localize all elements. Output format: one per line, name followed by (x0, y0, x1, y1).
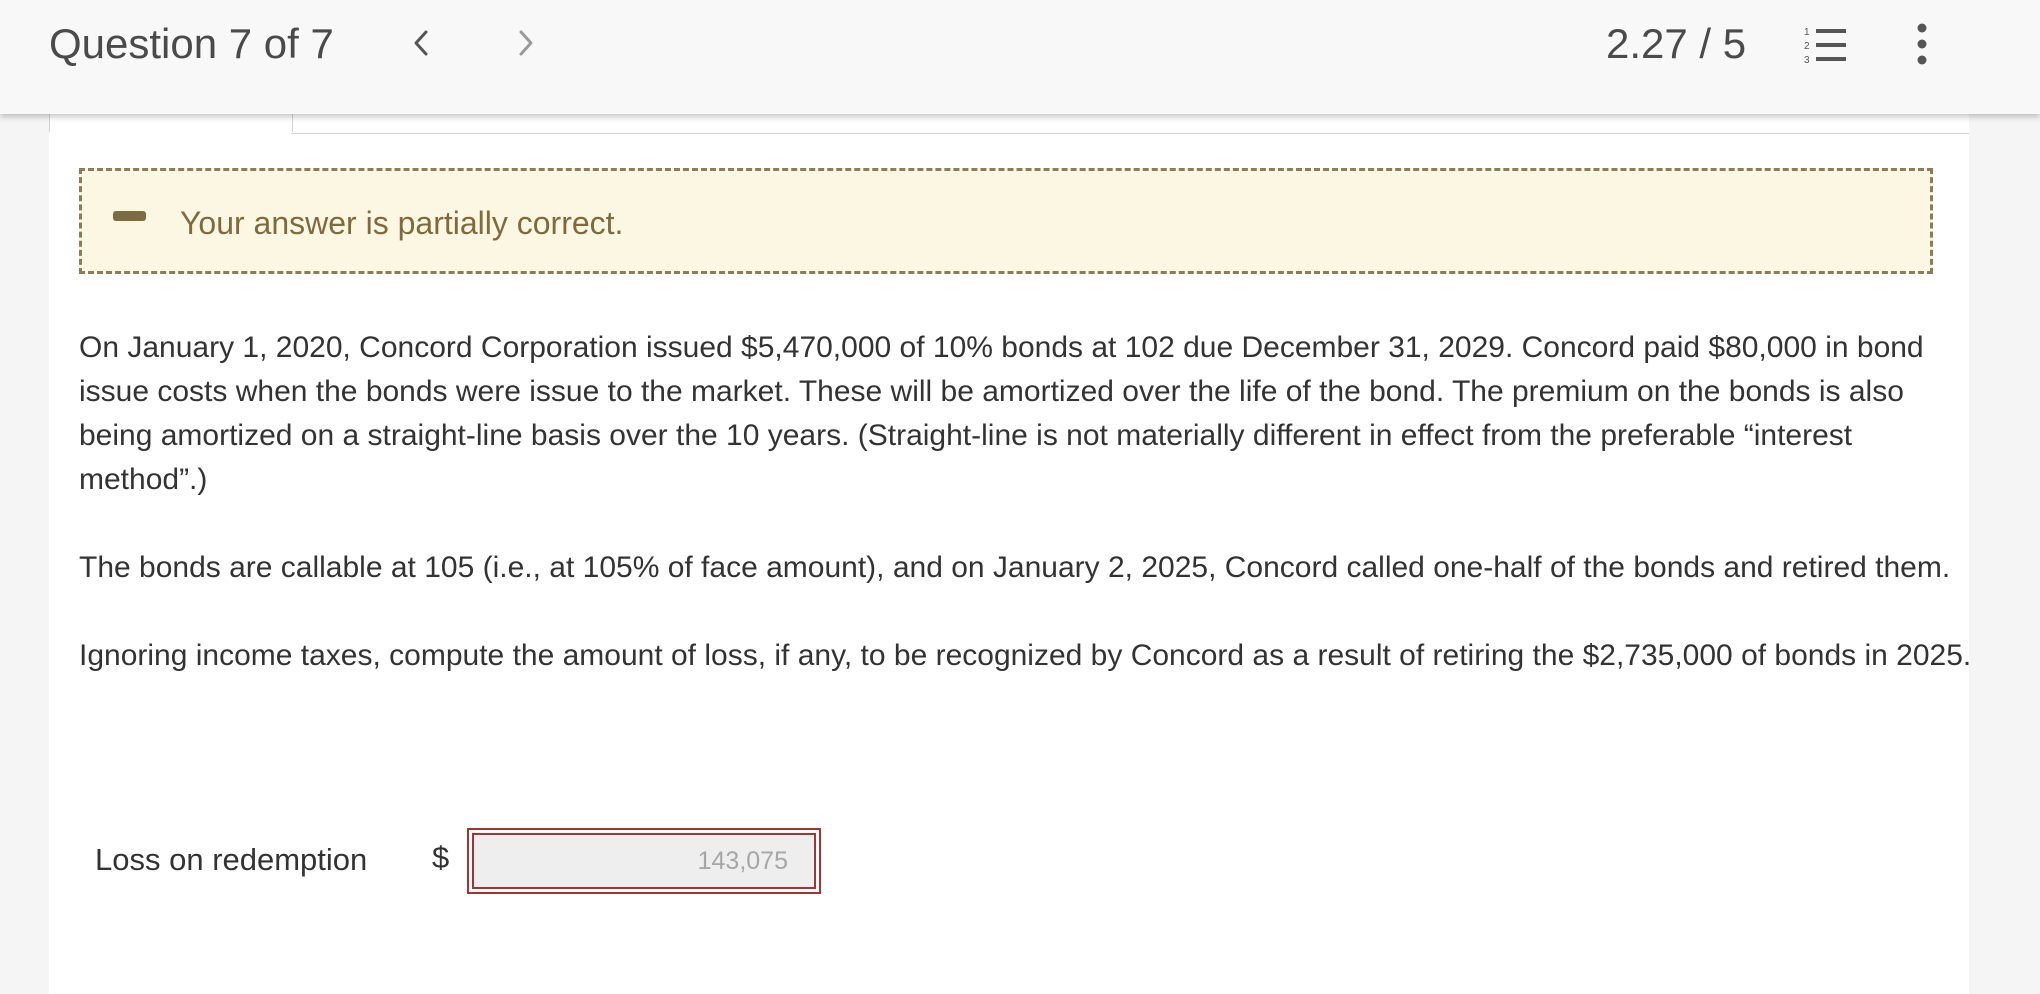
question-list-button[interactable]: 1 2 3 (1800, 24, 1850, 68)
score-display: 2.27 / 5 (1606, 20, 1747, 67)
question-panel: Your answer is partially correct. On Jan… (49, 114, 1971, 994)
svg-text:3: 3 (1804, 55, 1810, 66)
question-title: Question 7 of 7 (49, 20, 334, 67)
minus-icon (113, 211, 146, 221)
answer-label: Loss on redemption (95, 842, 368, 877)
answer-row: Loss on redemption $ 143,075 (95, 828, 895, 894)
numbered-list-icon: 1 2 3 (1804, 27, 1846, 66)
chevron-right-icon (519, 30, 533, 56)
feedback-message: Your answer is partially correct. (180, 205, 624, 241)
currency-symbol: $ (432, 840, 450, 875)
chevron-left-icon (414, 30, 428, 56)
svg-text:2: 2 (1804, 41, 1810, 52)
svg-text:1: 1 (1804, 27, 1810, 38)
question-text: On January 1, 2020, Concord Corporation … (79, 326, 1979, 722)
tab-strip (49, 114, 1969, 134)
previous-question-button[interactable] (398, 20, 444, 66)
feedback-banner: Your answer is partially correct. (79, 168, 1933, 274)
next-question-button[interactable] (503, 20, 549, 66)
tab-divider (291, 133, 1969, 134)
question-header: Question 7 of 7 2.27 / 5 1 2 3 (0, 0, 2040, 114)
question-paragraph: The bonds are callable at 105 (i.e., at … (79, 551, 1951, 584)
vertical-ellipsis-icon (1917, 23, 1927, 65)
loss-on-redemption-input[interactable]: 143,075 (472, 833, 816, 889)
answer-input-frame: 143,075 (467, 828, 821, 894)
question-paragraph: Ignoring income taxes, compute the amoun… (79, 639, 1972, 672)
active-tab[interactable] (49, 114, 293, 132)
question-paragraph: On January 1, 2020, Concord Corporation … (79, 331, 1924, 496)
more-options-button[interactable] (1906, 20, 1938, 68)
